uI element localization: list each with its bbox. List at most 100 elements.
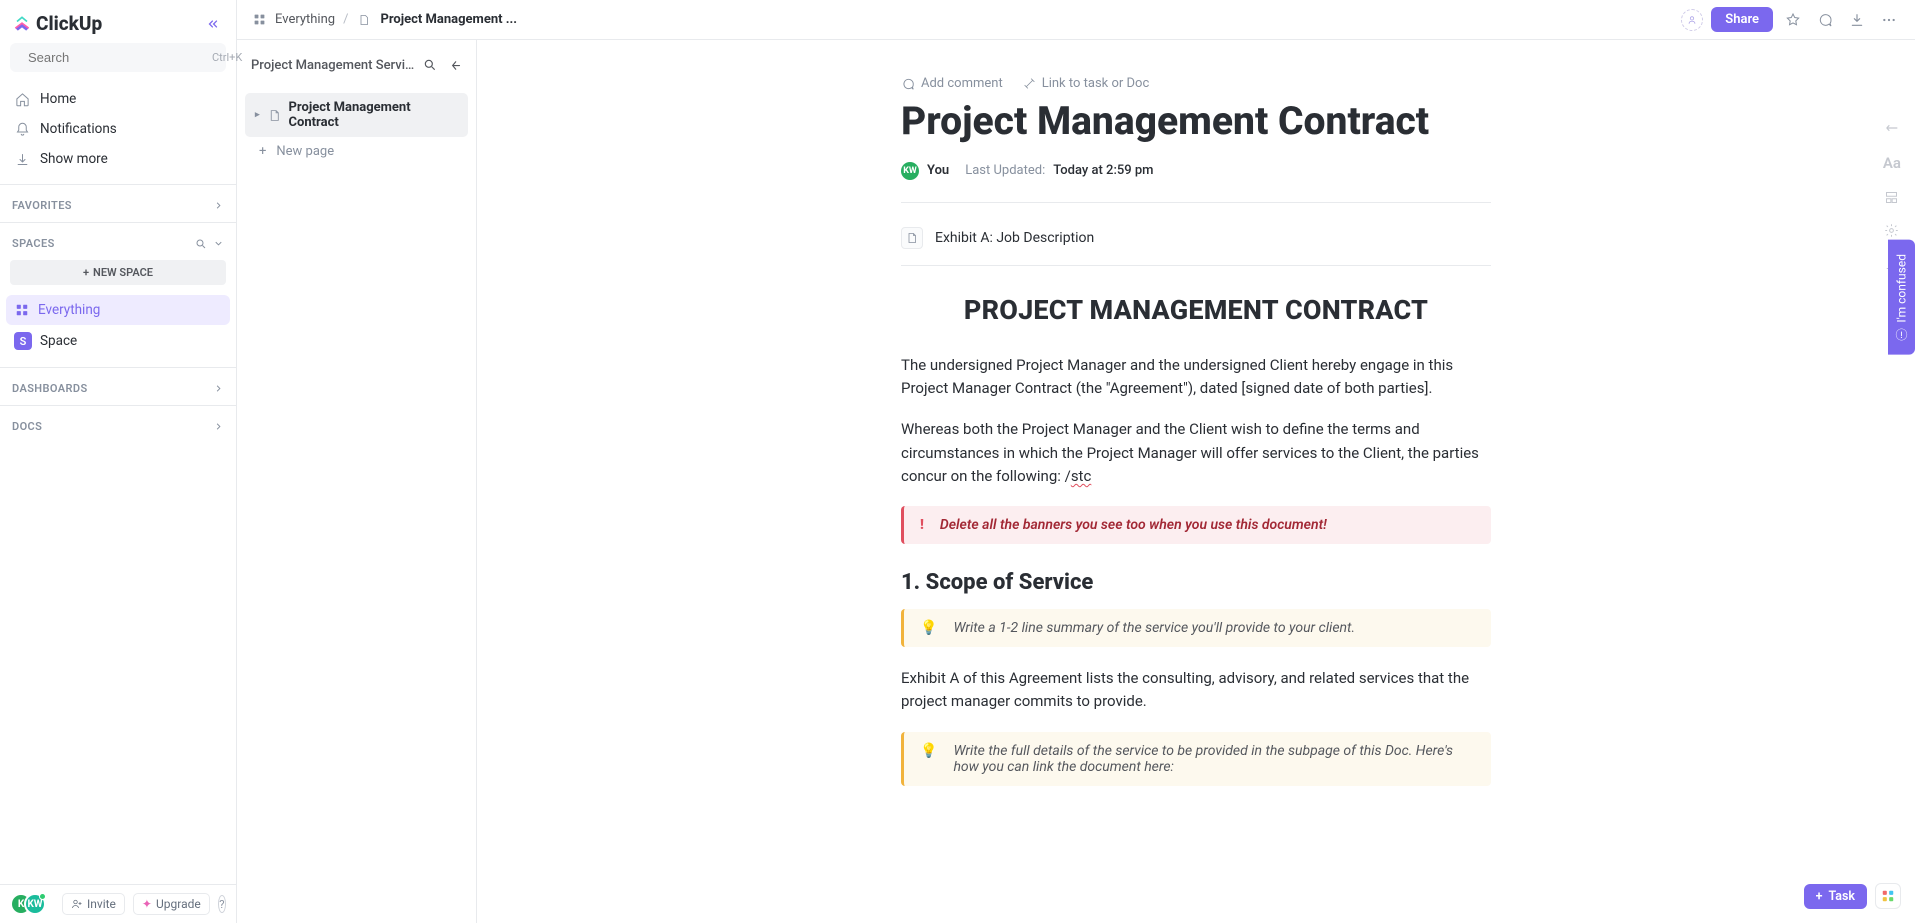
chevron-down-icon[interactable] <box>213 238 224 249</box>
section-favorites[interactable]: FAVORITES <box>0 185 236 222</box>
expand-icon[interactable] <box>1884 120 1900 136</box>
divider <box>901 265 1491 266</box>
callout-warning[interactable]: ! Delete all the banners you see too whe… <box>901 506 1491 544</box>
add-comment-button[interactable]: Add comment <box>901 76 1003 91</box>
template-icon[interactable] <box>1884 190 1899 205</box>
share-button[interactable]: Share <box>1711 7 1773 32</box>
author-row: KW You Last Updated: Today at 2:59 pm <box>901 162 1491 180</box>
nav-label: Notifications <box>40 121 117 137</box>
doc-scroll[interactable]: Add comment Link to task or Doc Project … <box>477 40 1915 923</box>
nav-label: Home <box>40 91 76 107</box>
nav-show-more[interactable]: Show more <box>6 144 230 174</box>
help-button[interactable]: ? <box>218 895 226 913</box>
callout-text: Delete all the banners you see too when … <box>940 517 1327 533</box>
breadcrumb-root[interactable]: Everything <box>275 12 335 27</box>
plus-icon: + <box>1816 889 1823 904</box>
typography-icon[interactable]: Aa <box>1883 154 1901 172</box>
section-dashboards[interactable]: DASHBOARDS <box>0 368 236 405</box>
task-label: Task <box>1828 889 1855 904</box>
feedback-tab[interactable]: ⓘ I'm confused <box>1888 240 1915 355</box>
space-badge: S <box>14 332 32 350</box>
bell-icon <box>14 121 30 137</box>
breadcrumb: Everything / Project Management ... <box>251 12 517 28</box>
star-button[interactable] <box>1781 8 1805 32</box>
outline-pane: Project Management Services Co... ▸ Proj… <box>237 40 477 923</box>
doc-heading[interactable]: PROJECT MANAGEMENT CONTRACT <box>901 294 1491 326</box>
person-icon <box>1687 15 1697 25</box>
sparkle-icon: ✦ <box>142 897 152 911</box>
user-avatars[interactable]: K KW <box>10 893 46 915</box>
paragraph[interactable]: Exhibit A of this Agreement lists the co… <box>901 667 1491 714</box>
new-task-button[interactable]: + Task <box>1804 884 1867 909</box>
nav-home[interactable]: Home <box>6 84 230 114</box>
collapse-outline-icon[interactable] <box>447 58 462 73</box>
lightbulb-icon: 💡 <box>920 743 937 759</box>
chevron-right-icon <box>213 383 224 394</box>
grid-color-icon <box>1881 889 1895 903</box>
invite-button[interactable]: Invite <box>62 893 125 915</box>
page-row[interactable]: ▸ Project Management Contract <box>245 93 468 137</box>
callout-text: Write a 1-2 line summary of the service … <box>953 620 1355 636</box>
search-icon[interactable] <box>195 238 207 250</box>
section-label: SPACES <box>12 237 55 250</box>
paragraph[interactable]: Whereas both the Project Manager and the… <box>901 418 1491 488</box>
import-button[interactable] <box>1845 8 1869 32</box>
section-label: FAVORITES <box>12 199 72 212</box>
new-page-label: New page <box>276 144 334 159</box>
collapse-sidebar-button[interactable] <box>202 13 224 35</box>
paragraph[interactable]: The undersigned Project Manager and the … <box>901 354 1491 401</box>
person-add-icon <box>71 898 83 910</box>
section-label: DOCS <box>12 420 42 433</box>
search-input-container[interactable]: Ctrl+K <box>10 43 226 72</box>
plus-icon: + <box>83 266 89 279</box>
callout-tip[interactable]: 💡 Write a 1-2 line summary of the servic… <box>901 609 1491 647</box>
upgrade-button[interactable]: ✦ Upgrade <box>133 893 210 915</box>
app-logo[interactable]: ClickUp <box>12 12 102 35</box>
doc-icon <box>901 227 923 249</box>
new-space-label: NEW SPACE <box>93 266 153 279</box>
space-label: Space <box>40 333 77 349</box>
breadcrumb-current[interactable]: Project Management ... <box>380 12 517 27</box>
doc-title[interactable]: Project Management Contract <box>901 99 1491 144</box>
updated-label: Last Updated: <box>965 163 1045 178</box>
settings-icon[interactable] <box>1884 223 1899 238</box>
space-everything[interactable]: Everything <box>6 295 230 325</box>
section-spaces[interactable]: SPACES <box>0 223 236 260</box>
updated-value: Today at 2:59 pm <box>1053 163 1153 178</box>
more-button[interactable] <box>1877 8 1901 32</box>
assignee-add-button[interactable] <box>1681 9 1703 31</box>
grid-icon <box>14 302 30 318</box>
search-input[interactable] <box>28 50 204 65</box>
plus-icon: + <box>259 144 266 159</box>
wand-icon <box>1023 77 1036 90</box>
space-label: Everything <box>38 302 100 318</box>
upgrade-label: Upgrade <box>156 897 201 911</box>
new-space-button[interactable]: + NEW SPACE <box>10 260 226 285</box>
divider <box>901 202 1491 203</box>
outline-title[interactable]: Project Management Services Co... <box>251 58 415 73</box>
new-page-button[interactable]: + New page <box>245 137 468 166</box>
comment-button[interactable] <box>1813 8 1837 32</box>
spellcheck-word[interactable]: stc <box>1071 467 1092 485</box>
caret-right-icon: ▸ <box>255 110 260 120</box>
chevron-right-icon <box>213 421 224 432</box>
author-avatar[interactable]: KW <box>901 162 919 180</box>
callout-tip[interactable]: 💡 Write the full details of the service … <box>901 732 1491 786</box>
clickup-icon <box>12 14 32 34</box>
section-docs[interactable]: DOCS <box>0 406 236 443</box>
nav-label: Show more <box>40 151 108 167</box>
space-item[interactable]: S Space <box>6 325 230 357</box>
link-task-button[interactable]: Link to task or Doc <box>1023 76 1150 91</box>
exhibit-link[interactable]: Exhibit A: Job Description <box>901 219 1491 265</box>
lightbulb-icon: 💡 <box>920 620 937 636</box>
apps-button[interactable] <box>1875 883 1901 909</box>
invite-label: Invite <box>87 897 116 911</box>
info-icon: ⓘ <box>1893 329 1910 341</box>
comment-icon <box>901 77 915 91</box>
doc-subheading[interactable]: 1. Scope of Service <box>901 570 1491 595</box>
sidebar: ClickUp Ctrl+K Home Notifications Show m… <box>0 0 237 923</box>
callout-text: Write the full details of the service to… <box>953 743 1475 775</box>
nav-notifications[interactable]: Notifications <box>6 114 230 144</box>
doc-icon <box>356 12 372 28</box>
search-icon[interactable] <box>423 58 437 72</box>
